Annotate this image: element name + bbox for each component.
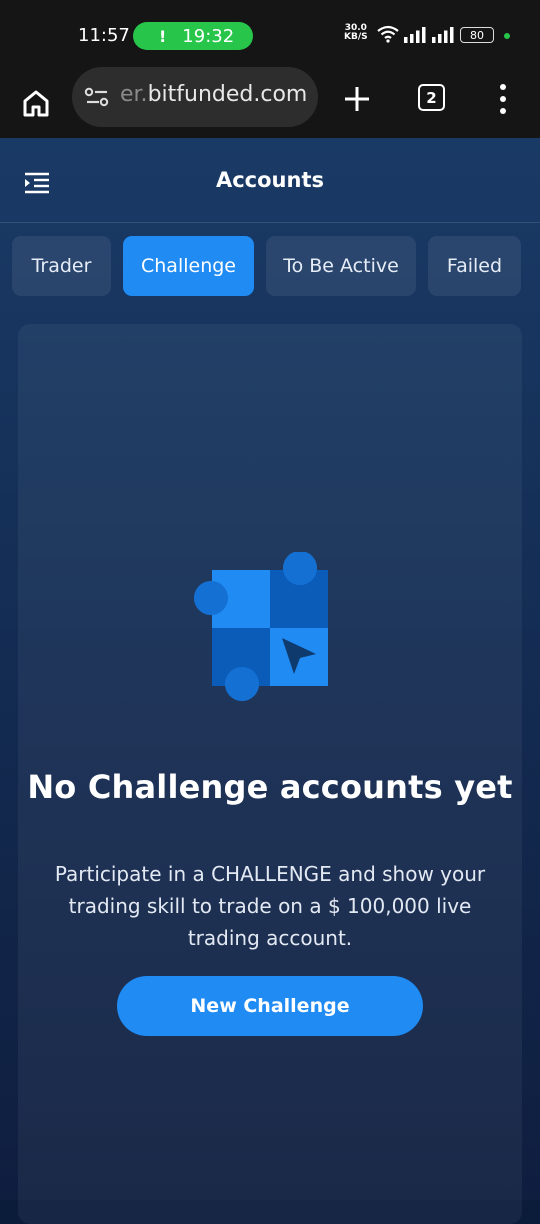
address-bar[interactable]: er.bitfunded.com (72, 67, 318, 127)
empty-state-card: No Challenge accounts yet Participate in… (18, 324, 522, 1224)
new-challenge-button[interactable]: New Challenge (117, 976, 423, 1036)
tab-to-be-active[interactable]: To Be Active (266, 236, 416, 296)
call-timer: 19:32 (182, 25, 235, 47)
tabs-icon[interactable]: 2 (418, 84, 445, 111)
tab-trader[interactable]: Trader (12, 236, 111, 296)
tab-failed[interactable]: Failed (428, 236, 521, 296)
empty-state-description: Participate in a CHALLENGE and show your… (54, 862, 486, 950)
puzzle-cursor-icon (194, 552, 328, 701)
url-text: er.bitfunded.com (120, 82, 307, 107)
call-alert-icon: ! (159, 26, 167, 46)
url-domain: bitfunded.com (147, 82, 308, 107)
status-dot (504, 33, 510, 39)
signal-icon (404, 27, 426, 43)
empty-state-title: No Challenge accounts yet (27, 768, 513, 806)
app-content: Accounts Trader Challenge To Be Active F… (0, 138, 540, 1224)
network-speed: 30.0 KB/S (344, 24, 368, 42)
status-bar: 11:57 ! 19:32 30.0 KB/S 80 (0, 0, 540, 72)
app-header: Accounts (0, 138, 540, 223)
signal-icon (432, 27, 454, 43)
browser-toolbar: er.bitfunded.com 2 (0, 67, 540, 138)
network-speed-unit: KB/S (344, 32, 368, 42)
account-filter-tabs: Trader Challenge To Be Active Failed (0, 236, 540, 296)
plus-icon[interactable] (342, 84, 372, 114)
status-time: 11:57 (78, 25, 130, 46)
battery-icon: 80 (460, 27, 494, 43)
ongoing-call-pill[interactable]: ! 19:32 (133, 22, 253, 50)
page-title: Accounts (215, 168, 324, 192)
wifi-icon (377, 25, 399, 43)
url-prefix: er. (120, 82, 148, 107)
more-vert-icon[interactable] (496, 82, 510, 116)
site-settings-icon[interactable] (84, 87, 110, 107)
home-icon[interactable] (18, 85, 54, 121)
tab-challenge[interactable]: Challenge (123, 236, 254, 296)
